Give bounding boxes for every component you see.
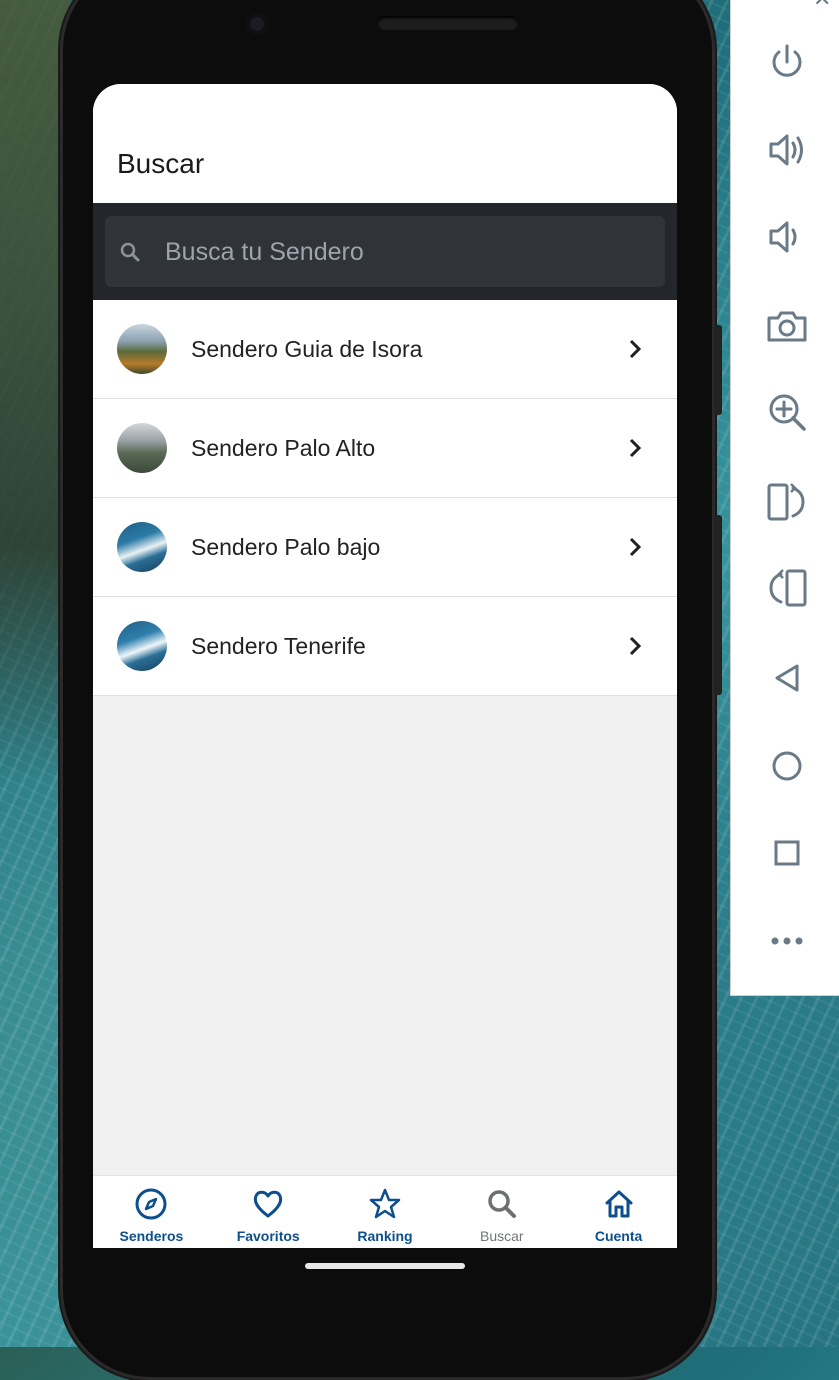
camera-icon <box>767 311 807 342</box>
volume-down-icon <box>769 221 797 253</box>
nav-back-button[interactable] <box>765 656 809 700</box>
list-item[interactable]: Sendero Palo bajo <box>93 498 677 597</box>
earpiece-speaker <box>378 16 518 30</box>
trail-name: Sendero Palo bajo <box>191 534 381 560</box>
screenshot-button[interactable] <box>765 304 809 348</box>
heart-icon <box>254 1190 283 1218</box>
trail-thumbnail <box>117 324 167 374</box>
search-field[interactable] <box>105 216 665 289</box>
list-item[interactable]: Sendero Palo Alto <box>93 399 677 498</box>
gesture-home-bar[interactable] <box>305 1263 465 1269</box>
rotate-right-button[interactable] <box>765 480 809 524</box>
list-item[interactable]: Sendero Guia de Isora <box>93 300 677 399</box>
compass-icon <box>135 1188 167 1220</box>
front-camera <box>246 13 268 35</box>
search-bar <box>93 203 677 300</box>
list-item[interactable]: Sendero Tenerife <box>93 597 677 696</box>
nav-label: Senderos <box>119 1228 184 1244</box>
close-icon[interactable]: ✕ <box>813 0 831 12</box>
chevron-right-icon <box>629 339 642 359</box>
power-icon <box>772 44 802 77</box>
more-icon <box>771 937 803 945</box>
overview-icon <box>774 840 800 866</box>
volume-down-button[interactable] <box>765 215 809 259</box>
rotate-left-icon <box>769 569 807 607</box>
rotate-left-button[interactable] <box>765 566 809 610</box>
star-icon <box>369 1188 401 1219</box>
phone-side-button-volume <box>714 515 722 695</box>
home-icon <box>772 751 802 781</box>
chevron-right-icon <box>629 537 642 557</box>
nav-label: Favoritos <box>236 1228 300 1244</box>
nav-overview-button[interactable] <box>765 831 809 875</box>
search-input[interactable] <box>163 216 647 289</box>
volume-up-button[interactable] <box>765 128 809 172</box>
bottom-navigation: Senderos Favoritos Ranking Buscar Cuenta <box>93 1175 677 1248</box>
nav-item-buscar[interactable]: Buscar <box>443 1176 560 1248</box>
nav-item-cuenta[interactable]: Cuenta <box>560 1176 677 1248</box>
nav-home-button[interactable] <box>765 744 809 788</box>
nav-item-ranking[interactable]: Ranking <box>327 1176 444 1248</box>
zoom-button[interactable] <box>765 390 809 434</box>
trail-thumbnail <box>117 522 167 572</box>
nav-label: Ranking <box>357 1228 413 1244</box>
phone-side-button-power <box>714 325 722 415</box>
chevron-right-icon <box>629 636 642 656</box>
volume-up-icon <box>769 134 803 166</box>
back-icon <box>775 664 799 692</box>
home-icon <box>605 1190 633 1218</box>
trail-list: Sendero Guia de Isora Sendero Palo Alto … <box>93 300 677 696</box>
app-screen: Buscar Sendero Guia de Isora Sendero Pal… <box>93 84 677 1248</box>
zoom-in-icon <box>769 394 806 431</box>
nav-label: Cuenta <box>594 1228 643 1244</box>
trail-thumbnail <box>117 423 167 473</box>
page-title: Buscar <box>117 148 205 179</box>
more-button[interactable] <box>765 919 809 963</box>
nav-item-favoritos[interactable]: Favoritos <box>210 1176 327 1248</box>
nav-label: Buscar <box>480 1228 524 1244</box>
power-button[interactable] <box>765 40 809 84</box>
trail-thumbnail <box>117 621 167 671</box>
trail-name: Sendero Tenerife <box>191 633 366 659</box>
search-icon <box>120 242 140 262</box>
chevron-right-icon <box>629 438 642 458</box>
emulator-toolbar <box>730 0 839 996</box>
nav-item-senderos[interactable]: Senderos <box>93 1176 210 1248</box>
app-header: Buscar <box>93 84 677 203</box>
trail-name: Sendero Palo Alto <box>191 435 376 461</box>
rotate-right-icon <box>767 483 805 521</box>
search-icon <box>488 1190 516 1218</box>
trail-name: Sendero Guia de Isora <box>191 336 423 362</box>
